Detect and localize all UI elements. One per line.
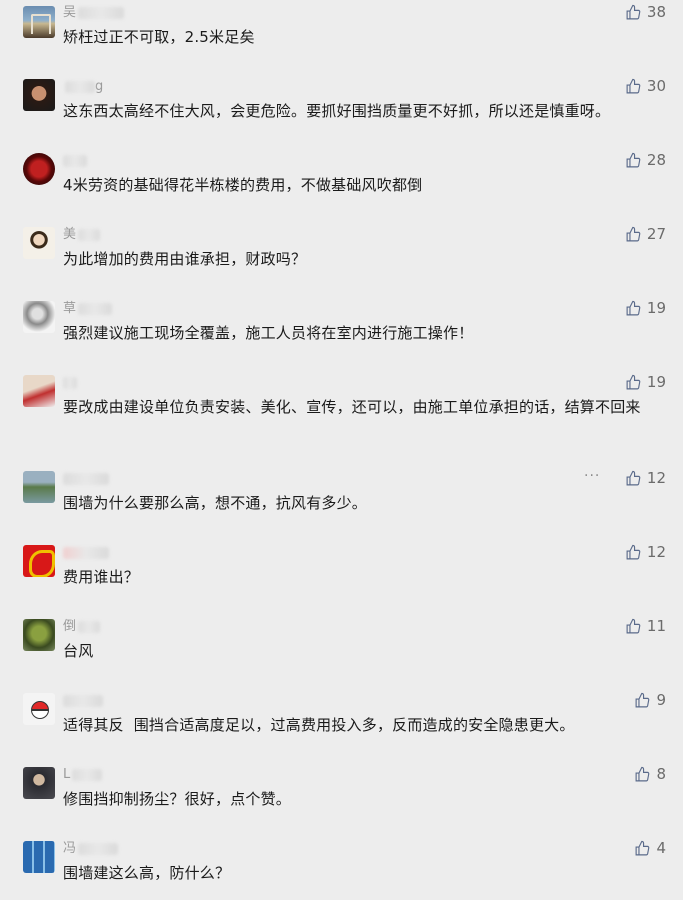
- username[interactable]: 草: [63, 302, 113, 316]
- avatar[interactable]: [23, 471, 55, 503]
- avatar[interactable]: [23, 545, 55, 577]
- like-button[interactable]: 8: [634, 765, 666, 783]
- comment-text: 台风: [63, 642, 94, 660]
- username[interactable]: [63, 472, 109, 486]
- avatar[interactable]: [23, 6, 55, 38]
- like-count: 12: [646, 543, 666, 561]
- thumbs-up-icon: [626, 374, 641, 389]
- avatar[interactable]: [23, 375, 55, 407]
- like-button[interactable]: 11: [625, 617, 666, 635]
- thumbs-up-icon: [626, 226, 641, 241]
- comment-text: 适得其反 围挡合适高度足以，过高费用投入多，反而造成的安全隐患更大。: [63, 716, 575, 734]
- comment-text: 修围挡抑制扬尘？很好，点个赞。: [63, 790, 292, 808]
- like-count: 19: [646, 299, 666, 317]
- like-button[interactable]: 30: [625, 77, 666, 95]
- like-button[interactable]: 9: [634, 691, 666, 709]
- avatar[interactable]: [23, 693, 55, 725]
- avatar[interactable]: [23, 767, 55, 799]
- like-button[interactable]: 4: [634, 839, 666, 857]
- thumbs-up-icon: [626, 152, 641, 167]
- like-count: 27: [646, 225, 666, 243]
- like-button[interactable]: 12: [625, 543, 666, 561]
- avatar[interactable]: [23, 619, 55, 651]
- comment-text: 围墙建这么高，防什么？: [63, 864, 231, 882]
- username[interactable]: [63, 694, 103, 708]
- comment-text: 为此增加的费用由谁承担，财政吗？: [63, 250, 307, 268]
- comment-text: 这东西太高经不住大风，会更危险。要抓好围挡质量更不好抓，所以还是慎重呀。: [63, 102, 611, 120]
- avatar[interactable]: [23, 227, 55, 259]
- thumbs-up-icon: [626, 470, 641, 485]
- thumbs-up-icon: [626, 78, 641, 93]
- comment-text: 强烈建议施工现场全覆盖，施工人员将在室内进行施工操作！: [63, 324, 474, 342]
- like-button[interactable]: 19: [625, 373, 666, 391]
- username[interactable]: g: [63, 80, 103, 94]
- username[interactable]: [63, 546, 109, 560]
- comment-text: 围墙为什么要那么高，想不通，抗风有多少。: [63, 494, 368, 512]
- avatar[interactable]: [23, 841, 55, 873]
- username[interactable]: [63, 376, 77, 390]
- username[interactable]: 冯: [63, 842, 119, 856]
- comment-text: 4米劳资的基础得花半栋楼的费用，不做基础风吹都倒: [63, 176, 423, 194]
- username[interactable]: L: [63, 768, 103, 782]
- like-count: 4: [656, 839, 666, 857]
- like-button[interactable]: 19: [625, 299, 666, 317]
- like-count: 28: [646, 151, 666, 169]
- like-count: 30: [646, 77, 666, 95]
- like-count: 9: [656, 691, 666, 709]
- comment-text: 要改成由建设单位负责安装、美化、宣传，还可以，由施工单位承担的话，结算不回来: [63, 398, 641, 416]
- avatar[interactable]: [23, 301, 55, 333]
- thumbs-up-icon: [626, 4, 641, 19]
- like-button[interactable]: 28: [625, 151, 666, 169]
- more-options-button[interactable]: ···: [584, 468, 600, 484]
- like-button[interactable]: 38: [625, 3, 666, 21]
- like-count: 11: [646, 617, 666, 635]
- like-button[interactable]: 27: [625, 225, 666, 243]
- username[interactable]: 倒: [63, 620, 101, 634]
- username[interactable]: 美: [63, 228, 101, 242]
- thumbs-up-icon: [636, 766, 650, 781]
- comment-text: 费用谁出？: [63, 568, 140, 586]
- like-count: 19: [646, 373, 666, 391]
- comment-text: 矫枉过正不可取，2.5米足矣: [63, 28, 255, 46]
- username[interactable]: [63, 154, 87, 168]
- thumbs-up-icon: [626, 300, 641, 315]
- thumbs-up-icon: [626, 618, 641, 633]
- avatar[interactable]: [23, 79, 55, 111]
- like-button[interactable]: 12: [625, 469, 666, 487]
- username[interactable]: 吴: [63, 6, 125, 20]
- avatar[interactable]: [23, 153, 55, 185]
- like-count: 38: [646, 3, 666, 21]
- thumbs-up-icon: [636, 840, 650, 855]
- like-count: 12: [646, 469, 666, 487]
- like-count: 8: [656, 765, 666, 783]
- thumbs-up-icon: [626, 544, 641, 559]
- thumbs-up-icon: [636, 692, 650, 707]
